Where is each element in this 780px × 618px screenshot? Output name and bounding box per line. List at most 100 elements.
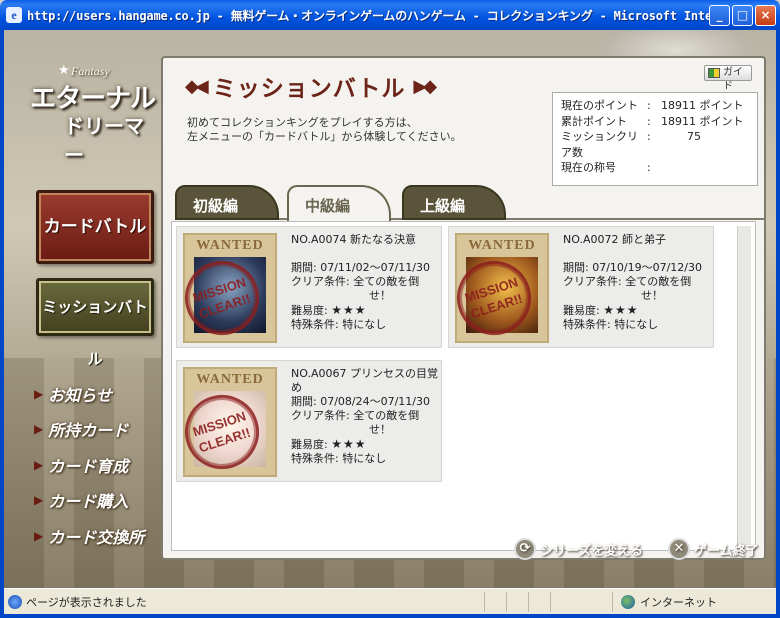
ornament-right-icon: ▶◆	[413, 75, 437, 97]
difficulty-stars: ★★★	[331, 437, 367, 451]
difficulty-label: 難易度:	[291, 438, 328, 451]
minimize-button[interactable]: _	[709, 5, 730, 26]
status-cell	[550, 591, 572, 612]
wanted-label: WANTED	[468, 238, 536, 253]
status-separator: :	[647, 130, 651, 143]
mission-period: 期間: 07/08/24〜07/11/30	[291, 395, 431, 408]
wanted-label: WANTED	[196, 372, 264, 387]
mission-card[interactable]: WANTED MISSION CLEAR!! NO.A0072 師と弟子 期間:…	[447, 226, 714, 348]
status-cell	[506, 591, 528, 612]
game-viewport: ★ Fantasy エターナル ドリーマー カードバトル ミッションバトル ▶ お…	[4, 30, 776, 588]
mission-number: NO.A0067	[291, 367, 347, 380]
change-series-button[interactable]: ⟳ シリーズを変える	[514, 538, 643, 560]
window-titlebar: e http://users.hangame.co.jp - 無料ゲーム・オンラ…	[0, 0, 780, 30]
page-icon	[8, 594, 22, 609]
status-label: 現在の称号	[561, 161, 616, 174]
mission-difficulty: 難易度: ★★★	[291, 303, 441, 318]
mission-period: 期間: 07/10/19〜07/12/30	[563, 261, 703, 274]
menu-item-news[interactable]: ▶ お知らせ	[34, 376, 144, 412]
status-row: 累計ポイント : 18911 ポイント	[561, 114, 749, 130]
mission-name: 新たなる決意	[349, 233, 416, 246]
status-value: 75	[687, 130, 701, 143]
main-panel: ◆◀ ミッションバトル ▶◆ 初めてコレクションキングをプレイする方は、 左メニ…	[161, 56, 766, 560]
maximize-button[interactable]: □	[732, 5, 753, 26]
mission-title: NO.A0074 新たなる決意	[291, 233, 441, 247]
mission-card[interactable]: WANTED MISSION CLEAR!! NO.A0074 新たなる決意 期…	[175, 226, 442, 348]
intro-text: 初めてコレクションキングをプレイする方は、 左メニューの「カードバトル」から体験…	[187, 116, 487, 144]
close-circle-icon: ✕	[668, 538, 690, 560]
menu-item-label: お知らせ	[48, 385, 112, 405]
menu-item-card-training[interactable]: ▶ カード育成	[34, 447, 144, 483]
difficulty-label: 難易度:	[291, 304, 328, 317]
zone-label: インターネット	[640, 595, 717, 609]
guide-label: ガイド	[723, 67, 743, 92]
tab-beginner[interactable]: 初級編	[175, 185, 279, 220]
tab-intermediate[interactable]: 中級編	[287, 185, 391, 222]
mission-number: NO.A0072	[563, 233, 619, 246]
card-battle-button[interactable]: カードバトル	[36, 190, 154, 264]
status-text: ページが表示されました	[26, 595, 147, 609]
triangle-right-icon: ▶	[34, 422, 44, 437]
mission-condition: クリア条件: 全ての敵を倒	[291, 409, 420, 422]
difficulty-stars: ★★★	[603, 303, 639, 317]
globe-icon	[621, 594, 635, 609]
status-separator: :	[647, 114, 651, 128]
mission-battle-button[interactable]: ミッションバトル	[36, 278, 154, 368]
status-separator: :	[647, 99, 651, 112]
mission-condition-cont: せ！	[641, 289, 663, 302]
status-cell	[484, 591, 506, 612]
mission-special: 特殊条件: 特になし	[291, 452, 387, 465]
mission-info: NO.A0074 新たなる決意 期間: 07/11/02〜07/11/30 クリ…	[291, 233, 441, 347]
mission-info: NO.A0072 師と弟子 期間: 07/10/19〜07/12/30 クリア条…	[563, 233, 713, 347]
page-title: ミッションバトル	[212, 76, 406, 102]
status-row: ミッションクリア数 : 75	[561, 129, 749, 160]
browser-statusbar: ページが表示されました インターネット	[0, 588, 780, 618]
difficulty-stars: ★★★	[331, 303, 367, 317]
mission-condition-cont: せ！	[369, 423, 391, 436]
intro-line2: 左メニューの「カードバトル」から体験してください。	[187, 130, 462, 143]
star-icon: ★	[58, 63, 70, 78]
guide-button[interactable]: ガイド	[704, 65, 752, 92]
ie-icon: e	[6, 7, 22, 23]
mission-title: NO.A0067 プリンセスの目覚め	[291, 367, 441, 395]
mission-special: 特殊条件: 特になし	[291, 318, 387, 331]
mission-info: NO.A0067 プリンセスの目覚め 期間: 07/08/24〜07/11/30…	[291, 367, 441, 481]
security-zone: インターネット	[612, 591, 762, 612]
mission-period: 期間: 07/11/02〜07/11/30	[291, 261, 431, 274]
mission-number: NO.A0074	[291, 233, 347, 246]
status-row: 現在の称号 :	[561, 160, 749, 176]
status-cell	[528, 591, 550, 612]
mission-condition: クリア条件: 全ての敵を倒	[563, 275, 692, 288]
mission-title: NO.A0072 師と弟子	[563, 233, 713, 247]
menu-item-card-purchase[interactable]: ▶ カード購入	[34, 483, 144, 519]
end-game-button[interactable]: ✕ ゲーム終了	[668, 538, 759, 560]
logo-subtitle: Fantasy	[71, 64, 110, 78]
player-status-box: 現在のポイント : 18911 ポイント 累計ポイント : 18911 ポイント…	[552, 92, 758, 186]
wanted-poster: WANTED MISSION CLEAR!!	[447, 233, 549, 345]
statusbar-inner: ページが表示されました インターネット	[4, 588, 776, 614]
menu-item-label: カード交換所	[48, 527, 145, 547]
vertical-scrollbar[interactable]	[737, 226, 751, 546]
difficulty-label: 難易度:	[563, 304, 600, 317]
refresh-icon: ⟳	[514, 538, 536, 560]
mission-condition-cont: せ！	[369, 289, 391, 302]
triangle-right-icon: ▶	[34, 386, 44, 401]
menu-item-owned-cards[interactable]: ▶ 所持カード	[34, 412, 144, 448]
logo-line2: ドリーマー	[64, 114, 144, 167]
triangle-right-icon: ▶	[34, 457, 44, 472]
status-row: 現在のポイント : 18911 ポイント	[561, 98, 749, 114]
wanted-label: WANTED	[196, 238, 264, 253]
status-label: ミッションクリア数	[561, 130, 638, 159]
ornament-left-icon: ◆◀	[185, 75, 209, 97]
close-button[interactable]: ×	[755, 5, 776, 26]
menu-item-card-exchange[interactable]: ▶ カード交換所	[34, 518, 144, 554]
difficulty-tabs: 初級編 中級編 上級編	[175, 185, 765, 222]
page-heading: ◆◀ ミッションバトル ▶◆	[185, 69, 437, 103]
mission-list: WANTED MISSION CLEAR!! NO.A0074 新たなる決意 期…	[171, 221, 756, 551]
window-title: http://users.hangame.co.jp - 無料ゲーム・オンライン…	[27, 8, 717, 23]
mission-card[interactable]: WANTED MISSION CLEAR!! NO.A0067 プリンセスの目覚…	[175, 360, 442, 482]
tab-advanced[interactable]: 上級編	[402, 185, 506, 220]
mission-difficulty: 難易度: ★★★	[291, 437, 441, 452]
menu-item-label: カード育成	[48, 456, 129, 476]
menu-item-label: カード購入	[48, 492, 129, 512]
